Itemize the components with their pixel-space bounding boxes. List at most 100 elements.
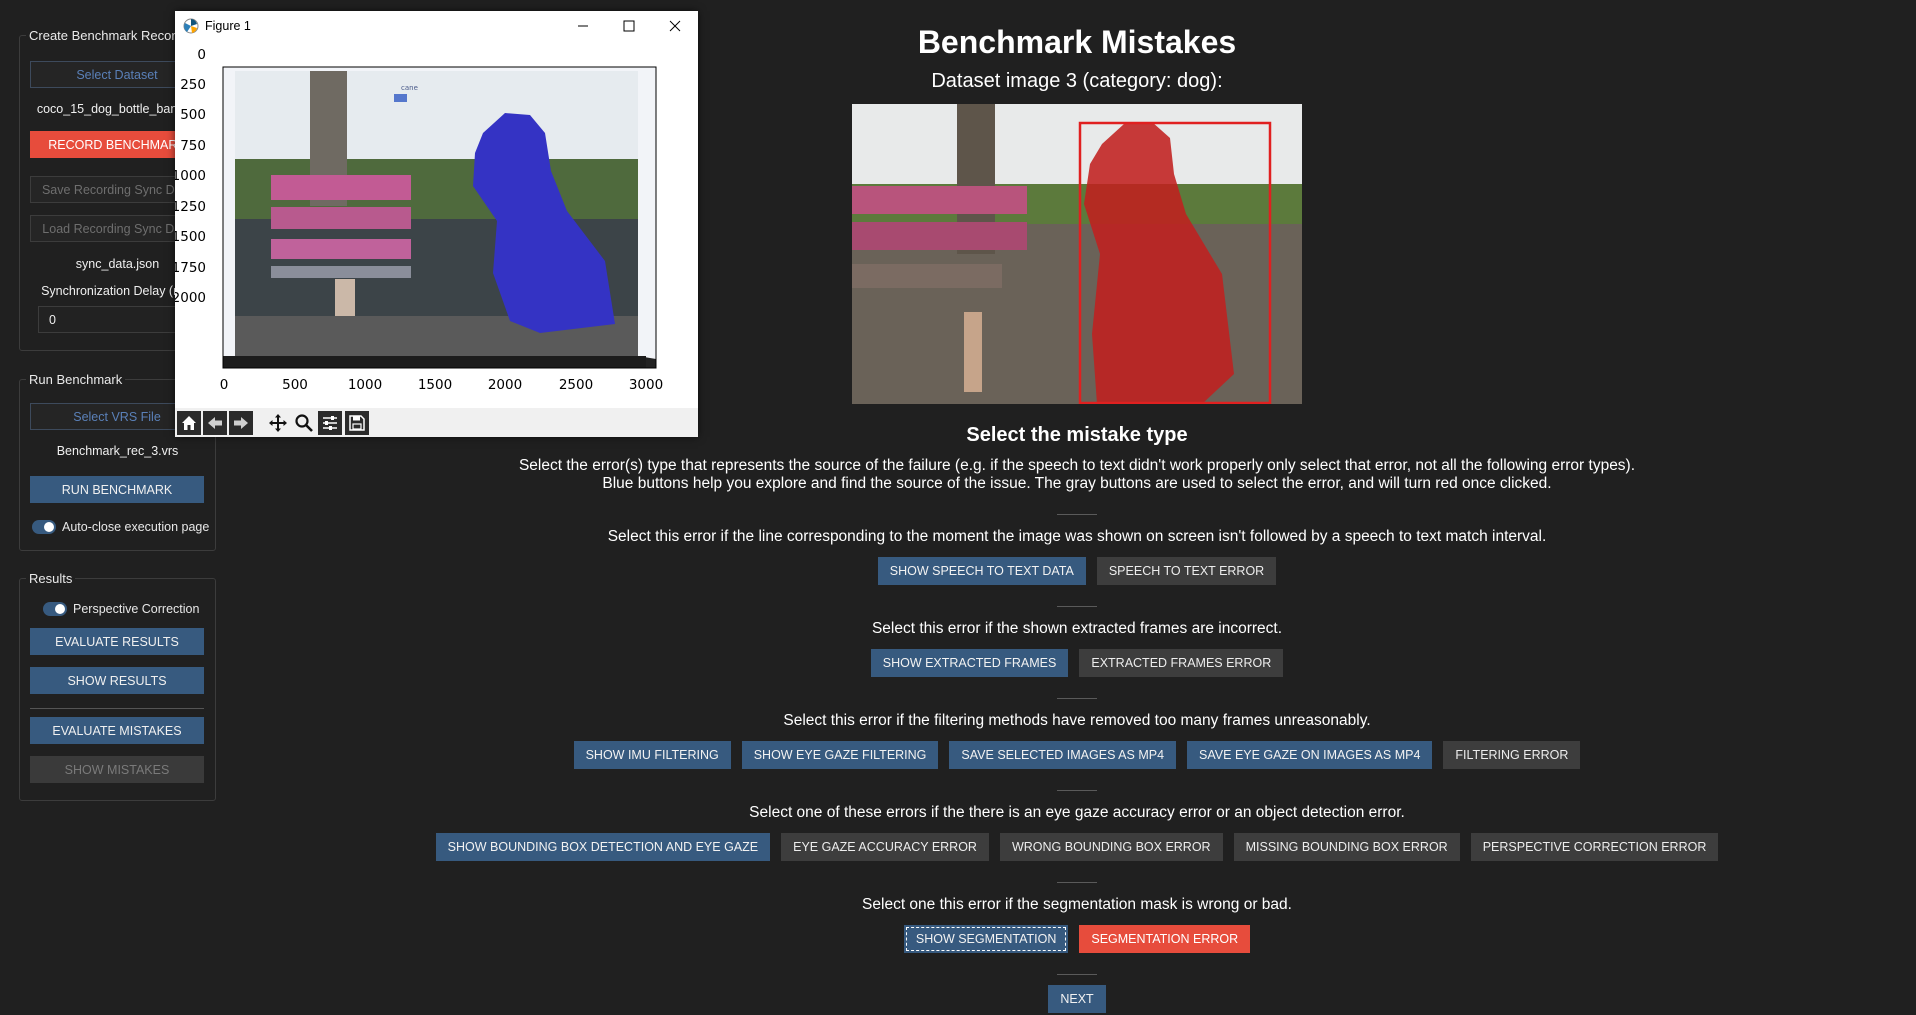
x-tick-label: 2500: [559, 377, 593, 393]
x-tick-label: 0: [220, 377, 229, 393]
auto-close-toggle[interactable]: [32, 520, 56, 534]
dataset-image: [852, 104, 1302, 404]
pan-icon: [269, 414, 287, 432]
close-icon: [669, 20, 681, 32]
save-figure-button[interactable]: [345, 411, 369, 435]
results-title: Results: [26, 571, 76, 586]
segmentation-section-text: Select one this error if the segmentatio…: [862, 896, 1292, 913]
show-bbox-eye-gaze-button[interactable]: SHOW BOUNDING BOX DETECTION AND EYE GAZE: [435, 833, 771, 861]
forward-button[interactable]: [229, 411, 253, 435]
filtering-section-text: Select this error if the filtering metho…: [783, 712, 1371, 729]
minimize-icon: [578, 25, 588, 27]
show-speech-to-text-button[interactable]: SHOW SPEECH TO TEXT DATA: [877, 557, 1086, 585]
figure-titlebar[interactable]: Figure 1: [175, 11, 698, 41]
results-group: Results Perspective Correction EVALUATE …: [19, 571, 216, 801]
section-divider: [1057, 882, 1097, 883]
perspective-row: Perspective Correction: [43, 602, 199, 616]
image-label: cane: [401, 84, 418, 92]
save-icon: [349, 415, 365, 431]
dataset-image-graphic: [852, 104, 1302, 404]
x-tick-label: 1000: [348, 377, 382, 393]
plot-image: [223, 67, 656, 368]
section-divider: [1057, 698, 1097, 699]
zoom-button[interactable]: [292, 411, 316, 435]
vrs-file-name: Benchmark_rec_3.vrs: [56, 444, 179, 458]
home-button[interactable]: [177, 411, 201, 435]
gaze-detection-section-text: Select one of these errors if the there …: [749, 804, 1405, 821]
maximize-button[interactable]: [606, 11, 652, 41]
y-tick-label: 1250: [175, 199, 206, 215]
configure-subplots-icon: [323, 416, 337, 430]
matplotlib-logo-icon: [183, 18, 199, 34]
show-results-button[interactable]: SHOW RESULTS: [30, 667, 204, 694]
y-tick-label: 250: [180, 77, 206, 93]
forward-arrow-icon: [234, 417, 248, 429]
save-selected-images-button[interactable]: SAVE SELECTED IMAGES AS MP4: [949, 741, 1177, 769]
speech-to-text-error-button[interactable]: SPEECH TO TEXT ERROR: [1096, 557, 1277, 585]
x-tick-label: 500: [282, 377, 308, 393]
filtering-button-row: SHOW IMU FILTERING SHOW EYE GAZE FILTERI…: [480, 741, 1674, 769]
segmentation-button-row: SHOW SEGMENTATION SEGMENTATION ERROR: [480, 925, 1674, 953]
wrong-bbox-error-button[interactable]: WRONG BOUNDING BOX ERROR: [999, 833, 1223, 861]
y-tick-label: 2000: [175, 290, 206, 306]
maximize-icon: [623, 20, 635, 32]
save-eye-gaze-images-button[interactable]: SAVE EYE GAZE ON IMAGES AS MP4: [1187, 741, 1433, 769]
y-tick-label: 1750: [175, 260, 206, 276]
run-benchmark-button[interactable]: RUN BENCHMARK: [30, 476, 204, 503]
intro-line-1: Select the error(s) type that represents…: [518, 457, 1636, 474]
perspective-label: Perspective Correction: [73, 602, 200, 616]
show-mistakes-button[interactable]: SHOW MISTAKES: [30, 756, 204, 783]
zoom-icon: [295, 414, 313, 432]
y-tick-label: 1000: [175, 168, 206, 184]
back-button[interactable]: [203, 411, 227, 435]
next-button[interactable]: NEXT: [1048, 985, 1106, 1013]
close-button[interactable]: [652, 11, 698, 41]
section-divider: [1057, 514, 1097, 515]
figure-title: Figure 1: [205, 19, 251, 33]
section-divider: [1057, 974, 1097, 975]
results-divider: [30, 708, 204, 709]
eye-gaze-accuracy-error-button[interactable]: EYE GAZE ACCURACY ERROR: [781, 833, 989, 861]
evaluate-results-button[interactable]: EVALUATE RESULTS: [30, 628, 204, 655]
frames-section-text: Select this error if the shown extracted…: [871, 620, 1283, 637]
x-axis: 0 500 1000 1500 2000 2500 3000: [220, 377, 663, 393]
next-button-row: NEXT: [480, 985, 1674, 1013]
intro-line-2: Blue buttons help you explore and find t…: [602, 475, 1552, 492]
frames-button-row: SHOW EXTRACTED FRAMES EXTRACTED FRAMES E…: [480, 649, 1674, 677]
y-tick-label: 1500: [175, 229, 206, 245]
show-eye-gaze-filtering-button[interactable]: SHOW EYE GAZE FILTERING: [741, 741, 939, 769]
auto-close-row: Auto-close execution page: [32, 520, 209, 534]
minimize-button[interactable]: [560, 11, 606, 41]
segmentation-error-button[interactable]: SEGMENTATION ERROR: [1079, 925, 1251, 953]
pan-button[interactable]: [266, 411, 290, 435]
speech-button-row: SHOW SPEECH TO TEXT DATA SPEECH TO TEXT …: [480, 557, 1674, 585]
section-divider: [1057, 790, 1097, 791]
evaluate-mistakes-button[interactable]: EVALUATE MISTAKES: [30, 717, 204, 744]
perspective-correction-error-button[interactable]: PERSPECTIVE CORRECTION ERROR: [1470, 833, 1719, 861]
back-arrow-icon: [208, 417, 222, 429]
home-icon: [182, 416, 196, 430]
section-divider: [1057, 606, 1097, 607]
gaze-detection-button-row: SHOW BOUNDING BOX DETECTION AND EYE GAZE…: [435, 833, 1719, 861]
extracted-frames-error-button[interactable]: EXTRACTED FRAMES ERROR: [1079, 649, 1284, 677]
show-segmentation-button[interactable]: SHOW SEGMENTATION: [903, 925, 1069, 953]
speech-section-text: Select this error if the line correspond…: [607, 528, 1547, 545]
y-tick-label: 0: [197, 47, 206, 63]
missing-bbox-error-button[interactable]: MISSING BOUNDING BOX ERROR: [1233, 833, 1460, 861]
run-benchmark-title: Run Benchmark: [26, 372, 126, 387]
figure-window: Figure 1 cane 0 250 500 750 1000 1250 15…: [172, 11, 698, 437]
y-tick-label: 750: [180, 138, 206, 154]
y-tick-label: 500: [180, 107, 206, 123]
show-imu-filtering-button[interactable]: SHOW IMU FILTERING: [573, 741, 731, 769]
perspective-toggle[interactable]: [43, 602, 67, 616]
x-tick-label: 1500: [418, 377, 452, 393]
filtering-error-button[interactable]: FILTERING ERROR: [1443, 741, 1581, 769]
configure-subplots-button[interactable]: [318, 411, 342, 435]
x-tick-label: 3000: [629, 377, 663, 393]
figure-canvas[interactable]: cane 0 250 500 750 1000 1250 1500 1750 2…: [172, 41, 698, 408]
show-extracted-frames-button[interactable]: SHOW EXTRACTED FRAMES: [870, 649, 1069, 677]
figure-toolbar: [175, 408, 698, 437]
figure-plot: cane 0 250 500 750 1000 1250 1500 1750 2…: [172, 47, 664, 393]
x-tick-label: 2000: [488, 377, 522, 393]
auto-close-label: Auto-close execution page: [62, 520, 210, 534]
